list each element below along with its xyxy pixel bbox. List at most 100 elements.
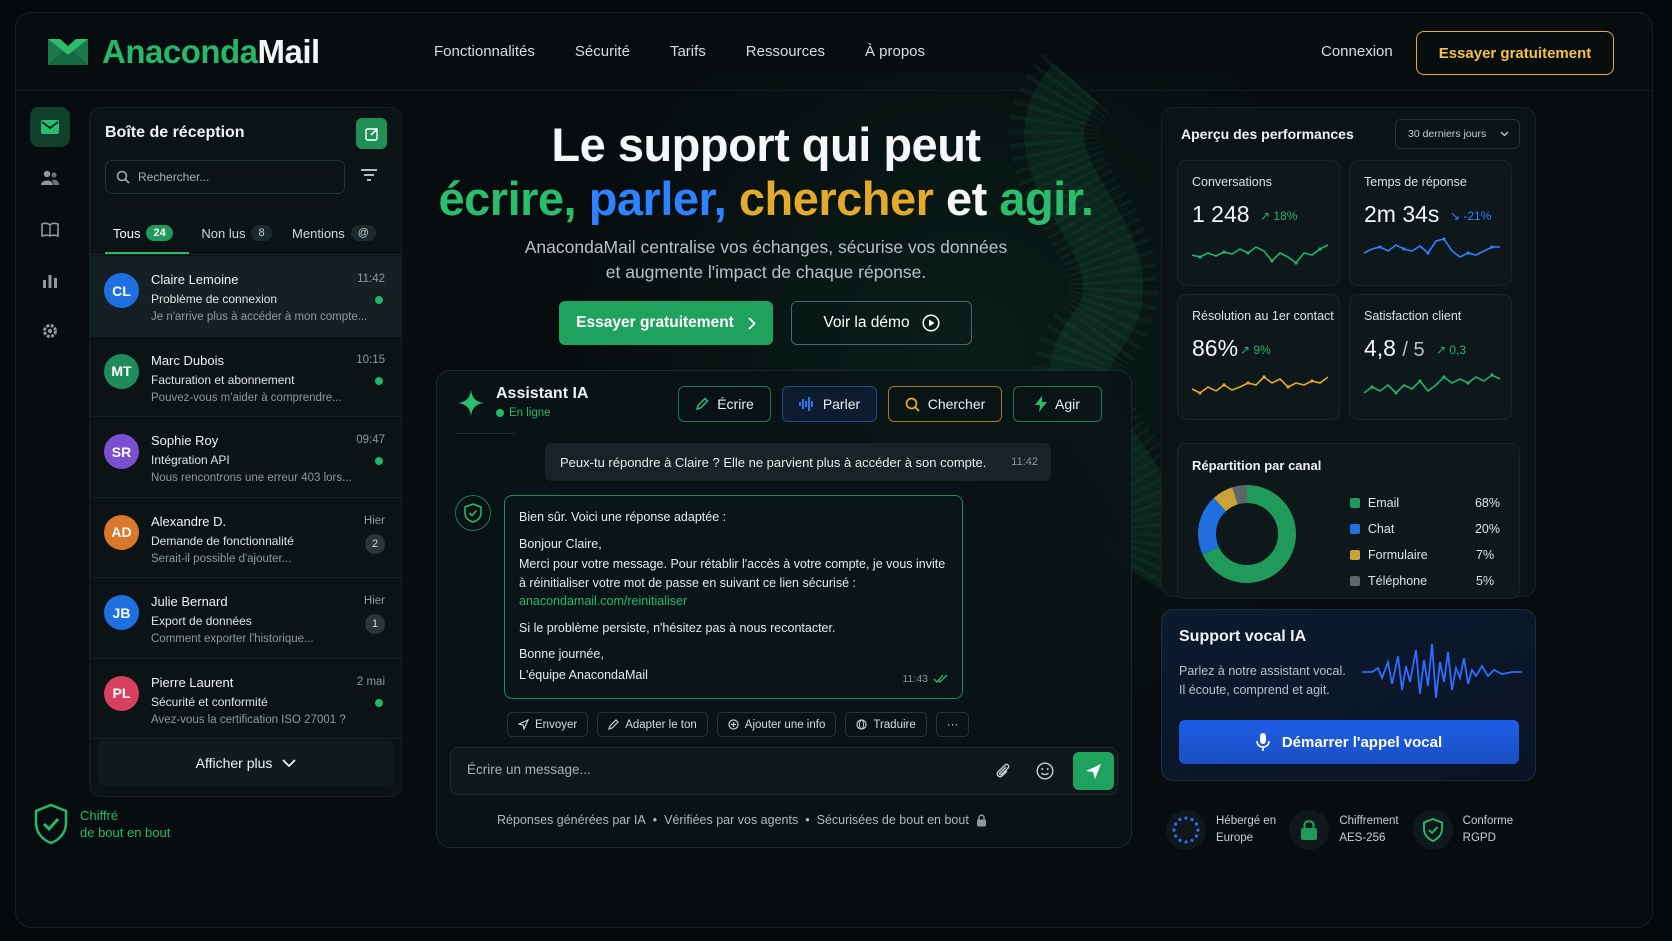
- add-info-button[interactable]: Ajouter une info: [716, 712, 837, 737]
- rail-contacts-button[interactable]: [30, 158, 70, 198]
- metric-delta: ↗ 0,3: [1436, 343, 1467, 357]
- hero-word-and: et: [945, 172, 987, 225]
- mode-act-button[interactable]: Agir: [1013, 386, 1102, 422]
- satisfaction-scale: / 5: [1402, 339, 1425, 361]
- channel-breakdown: Répartition par canal Email 68% Chat 20% F…: [1177, 443, 1520, 599]
- show-more-label: Afficher plus: [195, 755, 273, 771]
- hero-word-write: écrire,: [438, 172, 577, 225]
- play-icon: [922, 314, 940, 332]
- pencil-icon: [696, 397, 709, 411]
- logo[interactable]: AnacondaMail: [46, 33, 320, 71]
- hero-try-button[interactable]: Essayer gratuitement: [559, 301, 773, 345]
- mode-search-button[interactable]: Chercher: [888, 386, 1002, 422]
- hero-title-line-1: Le support qui peut: [551, 118, 981, 171]
- send-button[interactable]: [1073, 752, 1114, 790]
- message-time: 2 mai: [356, 675, 385, 688]
- list-item[interactable]: SR Sophie Roy Intégration API Nous renco…: [90, 417, 401, 498]
- hero-word-search: chercher: [738, 172, 934, 225]
- list-item[interactable]: JB Julie Bernard Export de données Comme…: [90, 578, 401, 659]
- avatar: CL: [104, 273, 139, 308]
- hero-demo-button[interactable]: Voir la démo: [791, 301, 972, 345]
- badge-gdpr: Conforme RGPD: [1412, 803, 1536, 857]
- legend-pct: 20%: [1474, 522, 1500, 536]
- translate-button[interactable]: Traduire: [845, 712, 927, 737]
- message-preview: Je n'arrive plus à accéder à mon compte.…: [151, 311, 368, 323]
- nav-link-security[interactable]: Sécurité: [575, 43, 630, 60]
- nav-link-about[interactable]: À propos: [865, 43, 925, 60]
- nav-link-resources[interactable]: Ressources: [746, 43, 825, 60]
- list-item[interactable]: CL Claire Lemoine Problème de connexion …: [90, 256, 401, 337]
- logo-part-1: Anaconda: [102, 33, 258, 70]
- emoji-icon[interactable]: [1036, 762, 1054, 780]
- compose-button[interactable]: [356, 118, 387, 149]
- nav-link-pricing[interactable]: Tarifs: [670, 43, 706, 60]
- avatar: MT: [104, 353, 139, 389]
- filter-button[interactable]: [360, 168, 378, 187]
- message-preview: Comment exporter l'historique...: [151, 633, 314, 645]
- edit-icon: [364, 127, 378, 141]
- inbox-tabs: Tous 24 Non lus 8 Mentions @: [105, 216, 395, 254]
- shield-check-icon: [1412, 810, 1453, 850]
- mode-write-button[interactable]: Écrire: [678, 386, 771, 422]
- more-actions-button[interactable]: ···: [935, 712, 970, 737]
- send-icon: [518, 719, 529, 730]
- waveform-icon: [798, 397, 813, 411]
- search-input[interactable]: [138, 170, 328, 184]
- message-subject: Intégration API: [151, 453, 230, 467]
- show-more-button[interactable]: Afficher plus: [98, 740, 394, 786]
- tab-all[interactable]: Tous 24: [105, 216, 189, 254]
- mode-speak-button[interactable]: Parler: [782, 386, 877, 422]
- chevron-down-icon: [1500, 131, 1509, 137]
- chevron-right-icon: [748, 316, 756, 330]
- rail-settings-button[interactable]: [30, 311, 70, 351]
- tab-label: Tous: [113, 225, 141, 241]
- sparkline-response-time: [1363, 237, 1500, 258]
- list-item[interactable]: AD Alexandre D. Demande de fonctionnalit…: [90, 498, 401, 578]
- unread-dot: [375, 698, 383, 707]
- adapt-tone-button[interactable]: Adapter le ton: [597, 712, 708, 737]
- message-preview: Pouvez-vous m'aider à comprendre...: [151, 391, 342, 404]
- mode-search-label: Chercher: [927, 396, 986, 412]
- legend-pct: 68%: [1474, 496, 1500, 510]
- nav-link-features[interactable]: Fonctionnalités: [434, 43, 535, 60]
- tabs-divider: [90, 254, 401, 255]
- message-preview: Avez-vous la certification ISO 27001 ?: [151, 713, 346, 726]
- message-input[interactable]: [467, 762, 947, 777]
- paperclip-icon[interactable]: [994, 762, 1012, 780]
- tab-mentions[interactable]: Mentions @: [284, 216, 384, 250]
- list-item[interactable]: MT Marc Dubois Facturation et abonnement…: [90, 337, 401, 417]
- sender-name: Claire Lemoine: [151, 272, 239, 287]
- reply-greeting: Bonjour Claire,: [519, 536, 602, 551]
- mode-act-label: Agir: [1055, 396, 1080, 412]
- rail-analytics-button[interactable]: [30, 260, 70, 300]
- rail-mail-button[interactable]: [30, 107, 70, 147]
- metric-value: 2m 34s: [1364, 201, 1440, 227]
- login-link[interactable]: Connexion: [1321, 43, 1393, 60]
- message-composer: [450, 747, 1118, 795]
- action-label: Envoyer: [535, 718, 578, 731]
- assistant-footer: Réponses générées par IA • Vérifiées par…: [497, 813, 987, 827]
- lock-icon: [1289, 810, 1330, 850]
- start-voice-call-button[interactable]: Démarrer l'appel vocal: [1179, 720, 1519, 764]
- metric-card-response-time: Temps de réponse 2m 34s ↘ -21%: [1349, 160, 1512, 286]
- send-action-button[interactable]: Envoyer: [507, 712, 589, 737]
- mail-icon: [41, 120, 59, 134]
- reply-link[interactable]: anacondamail.com/reinitialiser: [519, 592, 948, 611]
- assistant-status: En ligne: [496, 407, 551, 419]
- assistant-panel: Assistant IA En ligne Écrire Parler Cher…: [436, 370, 1132, 848]
- user-message-text: Peux-tu répondre à Claire ? Elle ne parv…: [560, 454, 987, 470]
- voice-waveform: [1362, 643, 1522, 699]
- sparkline-resolution: [1191, 375, 1329, 395]
- period-select[interactable]: 30 derniers jours: [1395, 119, 1520, 149]
- chevron-down-icon: [282, 758, 297, 767]
- hero-subtitle: AnacondaMail centralise vos échanges, sé…: [486, 235, 1046, 285]
- hero-subtitle-line-2: et augmente l'impact de chaque réponse.: [605, 262, 927, 282]
- nav-cta-button[interactable]: Essayer gratuitement: [1416, 31, 1614, 75]
- avatar: AD: [104, 514, 139, 550]
- shield-check-icon: [34, 803, 68, 845]
- sender-name: Alexandre D.: [151, 513, 227, 529]
- metric-card-satisfaction: Satisfaction client 4,8 / 5 ↗ 0,3: [1349, 294, 1512, 420]
- rail-book-button[interactable]: [30, 209, 70, 249]
- tab-unread[interactable]: Non lus 8: [189, 216, 284, 250]
- list-item[interactable]: PL Pierre Laurent Sécurité et conformité…: [90, 659, 401, 739]
